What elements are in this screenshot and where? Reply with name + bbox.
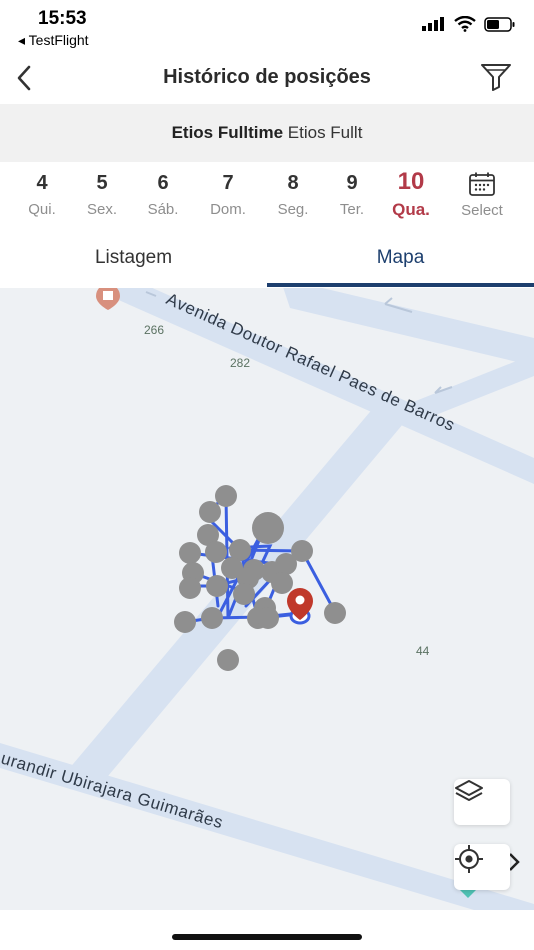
- wifi-icon: [454, 16, 476, 32]
- bottom-safe-area: [0, 910, 534, 950]
- position-point: [206, 575, 228, 597]
- day-item-8[interactable]: 8 Seg.: [263, 172, 323, 218]
- day-item-5[interactable]: 5 Sex.: [72, 172, 132, 218]
- tab-listagem[interactable]: Listagem: [0, 232, 267, 288]
- signal-icon: [422, 17, 444, 31]
- day-weekday: Ter.: [339, 201, 365, 218]
- vehicle-selector[interactable]: Etios Fulltime Etios Fullt: [0, 104, 534, 162]
- day-item-9[interactable]: 9 Ter.: [322, 172, 382, 218]
- crosshair-icon: [455, 845, 483, 873]
- day-weekday: Qua.: [392, 200, 430, 219]
- day-selector: 4 Qui. 5 Sex. 6 Sáb. 7 Dom. 8 Seg. 9 Ter…: [0, 162, 534, 232]
- position-point: [199, 501, 221, 523]
- map-view[interactable]: Avenida Doutor Rafael Paes de Barros ura…: [0, 288, 534, 910]
- status-bar: 15:53 ◂ TestFlight: [0, 0, 534, 52]
- position-point: [271, 572, 293, 594]
- day-number: 8: [287, 172, 299, 194]
- app-header: Histórico de posições: [0, 52, 534, 104]
- day-item-6[interactable]: 6 Sáb.: [133, 172, 193, 218]
- view-tabs: Listagem Mapa: [0, 232, 534, 288]
- day-weekday: Qui.: [28, 201, 56, 218]
- map-layers-button[interactable]: [454, 779, 510, 825]
- current-position-marker[interactable]: [287, 588, 313, 625]
- layers-icon: [455, 780, 483, 801]
- status-time: 15:53: [38, 8, 87, 29]
- page-title: Histórico de posições: [163, 66, 371, 88]
- day-number: 10: [397, 168, 425, 195]
- day-item-4[interactable]: 4 Qui.: [12, 172, 72, 218]
- position-point: [257, 607, 279, 629]
- day-item-10-selected[interactable]: 10 Qua.: [381, 168, 441, 220]
- tab-mapa[interactable]: Mapa: [267, 232, 534, 288]
- home-indicator[interactable]: [172, 934, 362, 940]
- select-label: Select: [461, 202, 503, 219]
- calendar-icon-wrap: [452, 172, 512, 196]
- position-point: [201, 607, 223, 629]
- hospital-poi-icon[interactable]: [96, 288, 120, 310]
- select-date-button[interactable]: Select: [452, 172, 512, 219]
- day-number: 5: [96, 172, 108, 194]
- address-number: 266: [144, 323, 164, 337]
- day-weekday: Sex.: [86, 201, 117, 218]
- position-point: [179, 577, 201, 599]
- filter-button[interactable]: [480, 62, 512, 92]
- position-point: [252, 512, 284, 544]
- day-number: 6: [157, 172, 169, 194]
- position-point: [179, 542, 201, 564]
- day-item-7[interactable]: 7 Dom.: [198, 172, 258, 218]
- compass-edge-arrow: [509, 853, 520, 871]
- position-point: [233, 583, 255, 605]
- status-icons: [422, 16, 516, 32]
- day-number: 9: [346, 172, 358, 194]
- battery-icon: [484, 16, 515, 32]
- day-number: 7: [222, 172, 234, 194]
- position-point: [174, 611, 196, 633]
- position-point: [215, 485, 237, 507]
- vehicle-name-bold: Etios Fulltime: [171, 123, 284, 142]
- tab-selected-indicator: [267, 283, 534, 287]
- day-weekday: Sáb.: [147, 201, 179, 218]
- position-point: [217, 649, 239, 671]
- day-weekday: Seg.: [277, 201, 309, 218]
- position-point: [324, 602, 346, 624]
- address-number: 44: [416, 644, 430, 658]
- my-location-button[interactable]: [454, 844, 510, 890]
- calendar-icon: [469, 172, 495, 196]
- position-point: [205, 541, 227, 563]
- back-to-testflight-link[interactable]: ◂ TestFlight: [18, 32, 89, 49]
- filter-icon: [481, 64, 511, 91]
- address-number: 282: [230, 356, 250, 370]
- day-number: 4: [36, 172, 48, 194]
- vehicle-name-regular: Etios Fullt: [287, 123, 363, 142]
- day-weekday: Dom.: [210, 201, 246, 218]
